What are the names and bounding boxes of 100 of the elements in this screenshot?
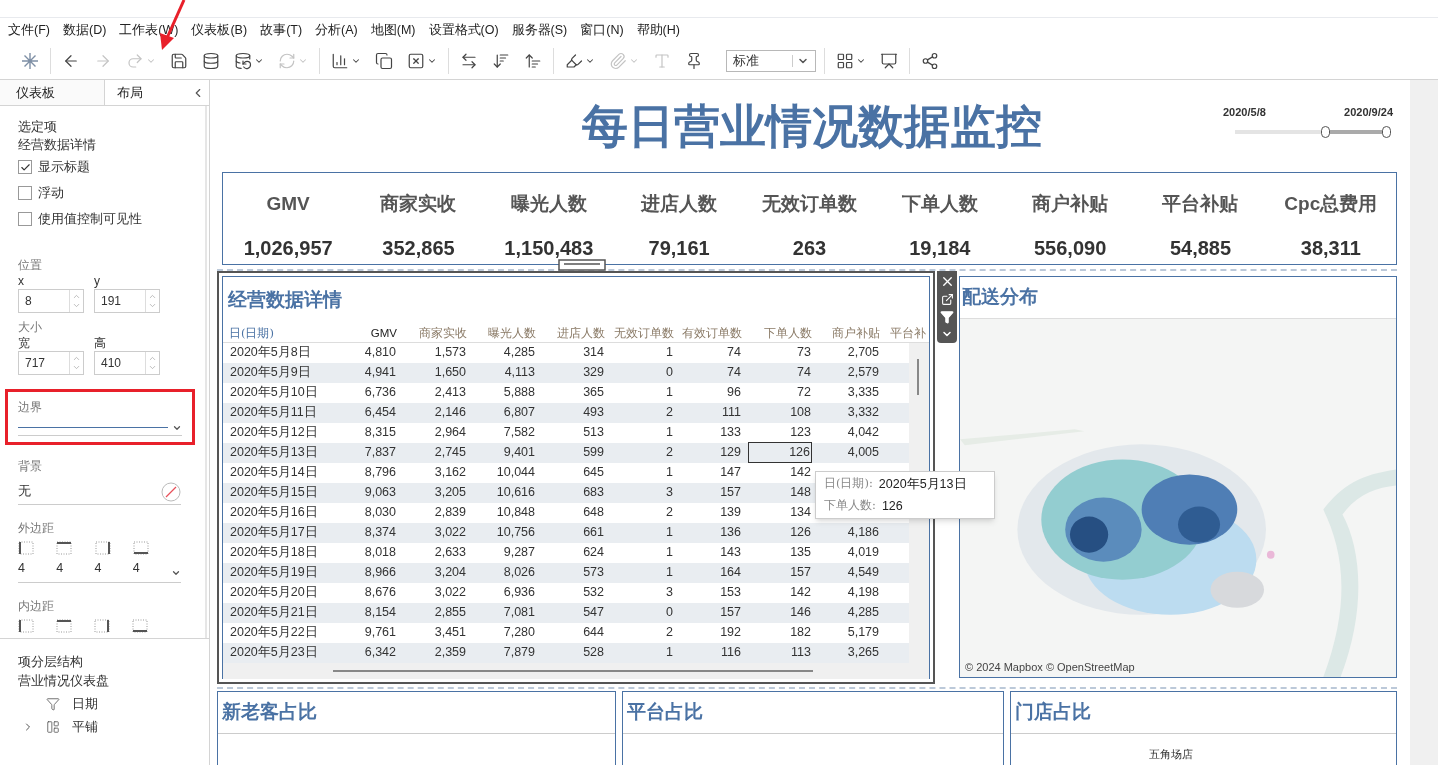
table-cell[interactable]: 3,022 xyxy=(433,522,467,543)
table-cell[interactable]: 4,810 xyxy=(363,342,397,363)
table-cell[interactable]: 528 xyxy=(582,642,605,663)
table-cell[interactable]: 2 xyxy=(665,402,674,423)
panel-tab[interactable]: 仪表板 xyxy=(0,80,104,105)
table-cell[interactable]: 8,966 xyxy=(363,562,397,583)
tree-item[interactable]: 平铺 xyxy=(72,717,98,737)
table-cell[interactable]: 4,941 xyxy=(363,362,397,383)
table-cell[interactable]: 3,204 xyxy=(433,562,467,583)
table-cell[interactable]: 2020年5月19日 xyxy=(229,562,319,583)
column-header[interactable]: 有效订单数 xyxy=(674,323,742,342)
table-cell[interactable]: 6,736 xyxy=(363,382,397,403)
table-cell[interactable]: 1 xyxy=(665,382,674,403)
table-cell[interactable]: 9,063 xyxy=(363,482,397,503)
table-cell[interactable]: 192 xyxy=(719,622,742,643)
table-cell[interactable]: 2 xyxy=(665,502,674,523)
background-dropdown[interactable]: 无 xyxy=(18,479,181,506)
table-cell[interactable]: 2020年5月20日 xyxy=(229,582,319,603)
column-header[interactable]: GMV xyxy=(347,323,397,342)
table-cell[interactable]: 74 xyxy=(726,362,742,383)
table-cell[interactable]: 4,186 xyxy=(846,522,880,543)
table-cell[interactable]: 8,154 xyxy=(363,602,397,623)
table-cell[interactable]: 1,573 xyxy=(433,342,467,363)
table-cell[interactable]: 6,936 xyxy=(502,582,536,603)
table-cell[interactable]: 1 xyxy=(665,562,674,583)
table-cell[interactable]: 2020年5月11日 xyxy=(229,402,318,423)
table-cell[interactable]: 108 xyxy=(789,402,812,423)
table-cell[interactable]: 2020年5月17日 xyxy=(229,522,319,543)
table-cell[interactable]: 2020年5月21日 xyxy=(229,602,319,623)
menu-item[interactable]: 地图(M) xyxy=(370,20,416,40)
table-cell[interactable]: 1 xyxy=(665,342,674,363)
menu-item[interactable]: 帮助(H) xyxy=(636,20,680,40)
table-cell[interactable]: 6,807 xyxy=(502,402,536,423)
table-cell[interactable]: 10,848 xyxy=(495,502,536,523)
table-cell[interactable]: 314 xyxy=(582,342,605,363)
table-cell[interactable]: 4,019 xyxy=(846,542,880,563)
menu-item[interactable]: 设置格式(O) xyxy=(428,20,499,40)
padding-icon[interactable] xyxy=(18,541,34,556)
table-cell[interactable]: 2 xyxy=(665,442,674,463)
table-cell[interactable]: 9,287 xyxy=(502,542,536,563)
table-cell[interactable]: 4,113 xyxy=(503,362,536,383)
table-cell[interactable]: 532 xyxy=(582,582,605,603)
table-cell[interactable]: 2020年5月15日 xyxy=(229,482,319,503)
menu-item[interactable]: 文件(F) xyxy=(8,20,50,40)
view-size-dropdown[interactable]: 标准 xyxy=(726,49,816,72)
table-cell[interactable]: 624 xyxy=(582,542,605,563)
table-cell[interactable]: 8,676 xyxy=(363,582,397,603)
table-cell[interactable]: 129 xyxy=(719,442,742,463)
table-cell[interactable]: 6,454 xyxy=(363,402,397,423)
column-header[interactable]: 曝光人数 xyxy=(467,323,536,342)
table-cell[interactable]: 2,745 xyxy=(433,442,467,463)
slider-handle[interactable] xyxy=(1382,125,1391,138)
table-cell[interactable]: 157 xyxy=(789,562,812,583)
table-cell[interactable]: 7,081 xyxy=(502,602,536,623)
table-cell[interactable]: 5,179 xyxy=(846,622,880,643)
table-cell[interactable]: 143 xyxy=(719,542,742,563)
table-cell[interactable]: 139 xyxy=(719,502,742,523)
table-cell[interactable]: 8,030 xyxy=(363,502,397,523)
table-cell[interactable]: 5,888 xyxy=(502,382,536,403)
drag-handle-icon[interactable] xyxy=(558,259,606,271)
table-cell[interactable]: 3,162 xyxy=(433,462,467,483)
table-cell[interactable]: 6,342 xyxy=(363,642,397,663)
checkbox[interactable] xyxy=(18,186,32,201)
table-cell[interactable]: 164 xyxy=(719,562,742,583)
menu-item[interactable]: 故事(T) xyxy=(260,20,303,40)
padding-dropdown[interactable]: 4 4 4 4 xyxy=(18,541,181,583)
table-cell[interactable]: 10,044 xyxy=(495,462,536,483)
table-cell[interactable]: 133 xyxy=(719,422,742,443)
table-cell[interactable]: 135 xyxy=(789,542,812,563)
table-cell[interactable]: 7,582 xyxy=(502,422,536,443)
table-cell[interactable]: 661 xyxy=(582,522,605,543)
table-cell[interactable]: 142 xyxy=(789,462,812,483)
table-cell[interactable]: 7,280 xyxy=(502,622,536,643)
table-cell[interactable]: 4,042 xyxy=(846,422,880,443)
table-cell[interactable]: 157 xyxy=(719,482,742,503)
table-cell[interactable]: 3,451 xyxy=(433,622,467,643)
table-cell[interactable]: 10,756 xyxy=(495,522,536,543)
table-cell[interactable]: 73 xyxy=(796,342,812,363)
column-header[interactable]: 平台补 xyxy=(880,323,926,342)
checkbox[interactable] xyxy=(18,160,32,175)
table-cell[interactable]: 148 xyxy=(789,482,812,503)
table-cell[interactable]: 2,705 xyxy=(846,342,880,363)
table-cell[interactable]: 3,022 xyxy=(433,582,467,603)
padding-icon[interactable] xyxy=(94,619,110,633)
table-cell[interactable]: 547 xyxy=(582,602,605,623)
table-cell[interactable]: 142 xyxy=(789,582,812,603)
padding-icon[interactable] xyxy=(94,541,111,556)
table-cell[interactable]: 3,205 xyxy=(433,482,467,503)
table-cell[interactable]: 2,855 xyxy=(433,602,467,623)
padding-icon[interactable] xyxy=(18,619,34,633)
table-cell[interactable]: 7,837 xyxy=(363,442,397,463)
table-cell[interactable]: 126 xyxy=(748,442,812,463)
table-cell[interactable]: 365 xyxy=(582,382,605,403)
table-cell[interactable]: 683 xyxy=(582,482,605,503)
table-cell[interactable]: 1 xyxy=(665,522,674,543)
column-header[interactable]: 下单人数 xyxy=(742,323,812,342)
table-cell[interactable]: 136 xyxy=(719,522,742,543)
padding-icon[interactable] xyxy=(56,541,73,556)
tree-item[interactable]: 日期 xyxy=(72,695,98,714)
checkbox[interactable] xyxy=(18,211,32,226)
